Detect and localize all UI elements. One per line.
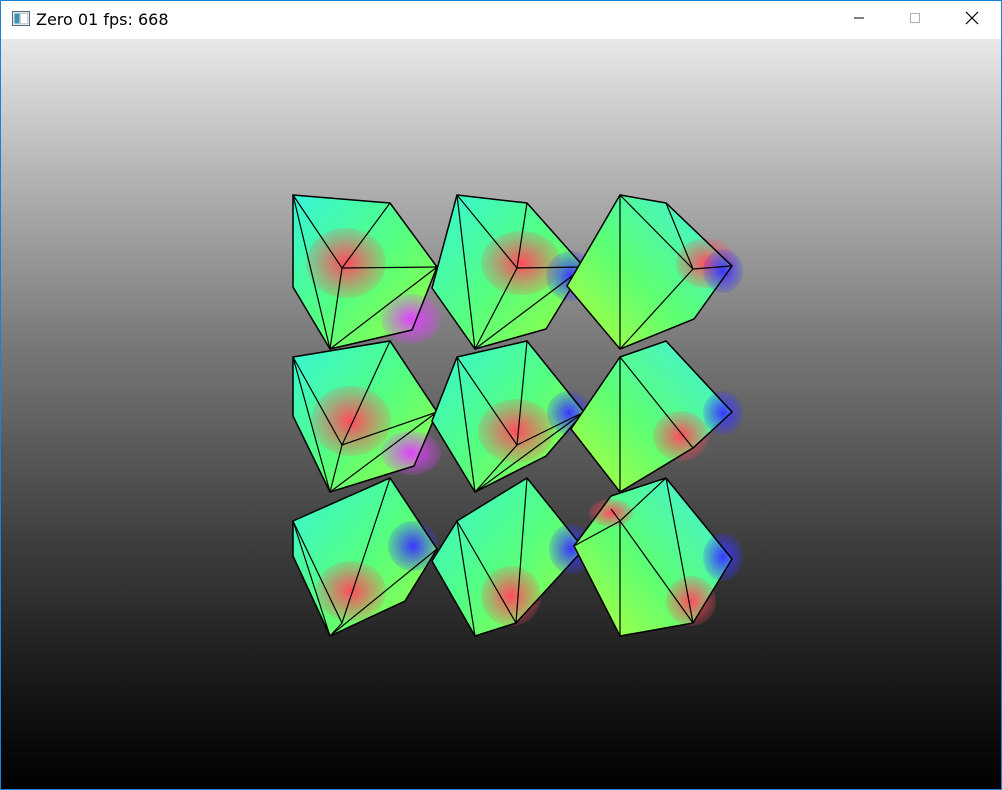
maximize-button[interactable] <box>886 1 944 39</box>
app-window-icon <box>12 11 30 26</box>
close-icon <box>965 11 979 30</box>
cube-r2-c1 <box>292 340 441 493</box>
maximize-icon <box>909 11 921 29</box>
window-title: Zero 01 fps: 668 <box>36 10 169 29</box>
cube-r2-c3 <box>570 340 743 493</box>
cube-r1-c2 <box>431 194 596 350</box>
minimize-button[interactable] <box>830 1 888 39</box>
cube-r1-c3 <box>566 194 743 350</box>
render-canvas[interactable] <box>1 39 1001 789</box>
close-button[interactable] <box>943 1 1001 39</box>
cube-r3-c2 <box>431 477 593 637</box>
cube-r2-c2 <box>431 340 591 493</box>
cube-r1-c1 <box>292 194 441 350</box>
cube-r3-c1 <box>292 477 438 637</box>
cube-scene <box>292 194 743 637</box>
minimize-icon <box>853 11 865 29</box>
app-window: Zero 01 fps: 668 <box>0 0 1002 790</box>
title-bar[interactable]: Zero 01 fps: 668 <box>1 1 1001 39</box>
cube-r3-c3 <box>573 477 743 637</box>
